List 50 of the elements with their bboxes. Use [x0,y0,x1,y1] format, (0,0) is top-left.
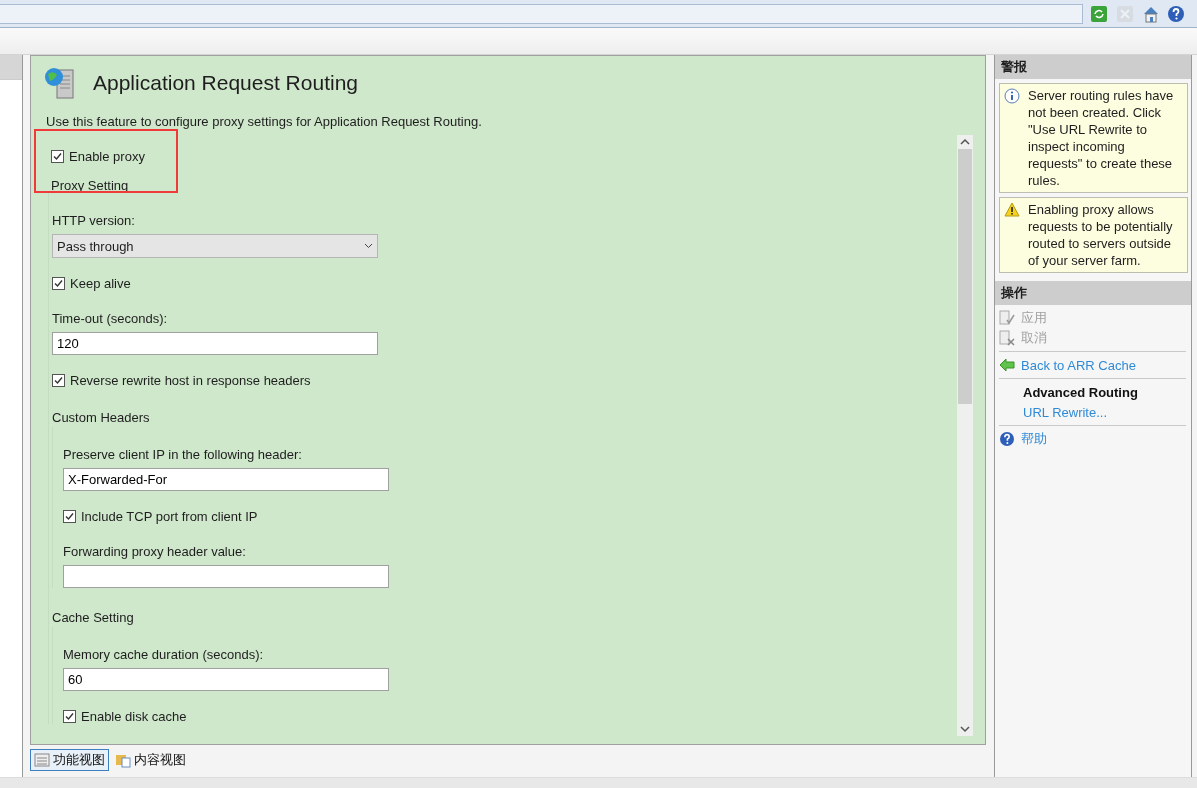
scrollbar[interactable] [957,135,973,736]
action-link[interactable]: URL Rewrite... [999,402,1186,422]
page-title: Application Request Routing [93,71,358,95]
group-title: Cache Setting [52,610,135,625]
address-field[interactable] [0,3,1083,24]
view-tab[interactable]: 功能视图 [30,749,109,771]
checkbox-label: Reverse rewrite host in response headers [70,373,311,388]
group-title: Custom Headers [52,410,151,425]
alert-text: Server routing rules have not been created. Click "Use URL Rewrite to inspect incoming requests" to create these rules. [1028,87,1175,189]
checkbox[interactable] [52,374,65,387]
chevron-down-icon [364,243,373,249]
document-cross-icon [999,330,1015,346]
checkbox[interactable] [52,277,65,290]
description: Use this feature to configure proxy settings for Application Request Routing. [46,114,483,129]
globe-server-icon [43,66,77,100]
checkbox-label: Enable proxy [69,149,145,164]
alert-text: Enabling proxy allows requests to be potentially routed to servers outside of your server farm. [1028,201,1174,269]
field-label: HTTP version: [52,213,136,228]
help-icon [999,431,1015,447]
action-link[interactable]: Back to ARR Cache [999,355,1186,375]
group-title: Proxy Setting [51,178,130,193]
field-label: Preserve client IP in the following header: [63,447,303,462]
checkbox[interactable] [63,710,76,723]
field-label: Forwarding proxy header value: [63,544,247,559]
warning-icon [1004,202,1020,217]
back-arrow-icon [999,358,1015,372]
dropdown[interactable]: Pass through [52,234,378,258]
list-view-icon [34,753,50,767]
checkbox-label: Include TCP port from client IP [81,509,258,524]
checkbox[interactable] [51,150,64,163]
document-check-icon [999,310,1015,326]
section-header: 警报 [995,55,1191,79]
checkbox-label: Keep alive [70,276,131,291]
action-heading: Advanced Routing [1022,383,1139,402]
input-field[interactable]: 120 [52,332,378,355]
action-link[interactable]: 帮助 [999,429,1186,449]
info-icon [1004,88,1020,104]
checkbox[interactable] [63,510,76,523]
pane-header [0,55,22,80]
checkbox-label: Enable disk cache [81,709,187,724]
folder-document-icon [115,752,131,768]
input-field[interactable]: 60 [63,668,389,691]
help-button[interactable] [1167,3,1187,24]
refresh-button[interactable] [1089,3,1109,24]
field-label: Memory cache duration (seconds): [63,647,265,662]
input-field[interactable] [63,565,389,588]
input-field[interactable]: X-Forwarded-For [63,468,389,491]
section-header: 操作 [995,281,1191,305]
field-label: Time-out (seconds): [52,311,169,326]
view-tab[interactable]: 内容视图 [111,749,190,771]
